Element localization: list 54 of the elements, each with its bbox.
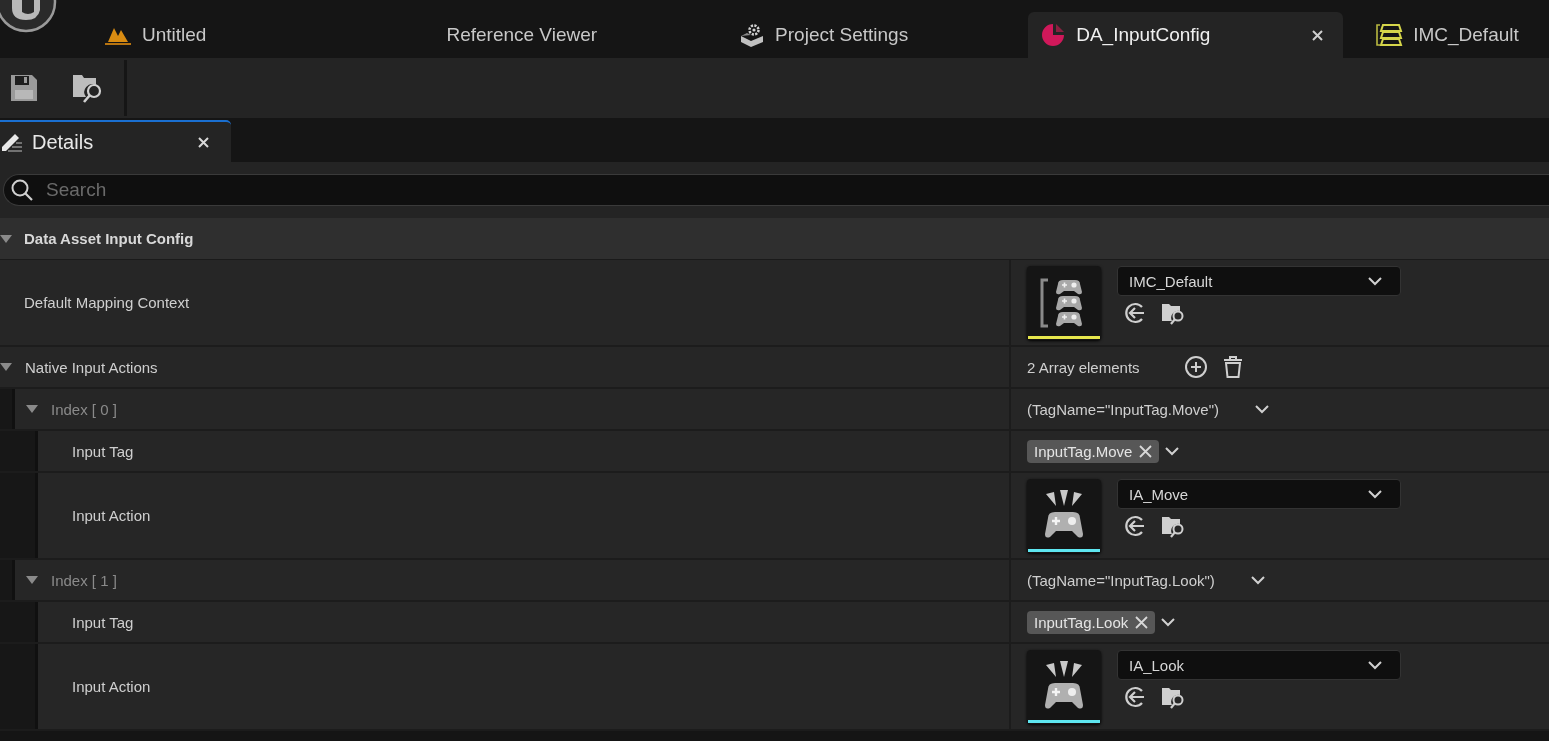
editor-tab[interactable]: Reference Viewer xyxy=(226,12,708,58)
property-label: Native Input Actions xyxy=(25,358,158,376)
asset-thumbnail[interactable] xyxy=(1027,265,1101,340)
chevron-down-icon[interactable] xyxy=(1368,660,1382,670)
use-selected-arrow-icon[interactable] xyxy=(1123,514,1147,538)
array-count: 2 Array elements xyxy=(1027,358,1140,376)
editor-tab[interactable]: DA_InputConfig xyxy=(1028,12,1344,58)
asset-thumbnail[interactable] xyxy=(1027,649,1101,724)
collapse-arrow-icon[interactable] xyxy=(26,575,38,585)
property-label: Input Tag xyxy=(72,613,134,631)
editor-tab[interactable]: IMC_Default xyxy=(1343,12,1539,58)
remove-tag-icon[interactable] xyxy=(1139,444,1153,458)
remove-tag-icon[interactable] xyxy=(1135,615,1149,629)
gameplay-tag-chip[interactable]: InputTag.Move xyxy=(1027,439,1160,463)
property-label: Input Action xyxy=(72,678,151,695)
search-field[interactable]: Search xyxy=(3,174,1549,206)
browse-folder-icon[interactable] xyxy=(72,73,104,103)
gameplay-tag-chip[interactable]: InputTag.Look xyxy=(1027,610,1156,634)
asset-dropdown[interactable]: IA_Look xyxy=(1117,650,1401,680)
property-label: Default Mapping Context xyxy=(24,294,190,311)
struct-value: (TagName="InputTag.Look") xyxy=(1027,571,1215,589)
use-selected-arrow-icon[interactable] xyxy=(1123,685,1147,709)
stacked-gamepads-icon xyxy=(1375,22,1404,48)
chevron-down-icon[interactable] xyxy=(1368,489,1382,499)
asset-dropdown[interactable]: IA_Move xyxy=(1117,479,1401,509)
editor-tab[interactable]: Untitled xyxy=(72,12,227,58)
chevron-down-icon[interactable] xyxy=(1161,617,1176,627)
settings-icon xyxy=(739,22,766,48)
save-icon[interactable] xyxy=(10,74,38,102)
trash-icon[interactable] xyxy=(1221,355,1244,379)
property-label: Input Action xyxy=(72,507,151,524)
collapse-arrow-icon[interactable] xyxy=(0,362,12,372)
chevron-down-icon[interactable] xyxy=(1368,276,1382,286)
collapse-arrow-icon[interactable] xyxy=(26,404,38,414)
asset-dropdown[interactable]: IMC_Default xyxy=(1117,266,1401,296)
array-index-label: Index [ 0 ] xyxy=(51,400,117,418)
array-index-label: Index [ 1 ] xyxy=(51,571,117,589)
search-icon xyxy=(10,178,34,202)
use-selected-arrow-icon[interactable] xyxy=(1123,301,1147,325)
chevron-down-icon[interactable] xyxy=(1165,446,1180,456)
chevron-down-icon[interactable] xyxy=(1250,575,1265,585)
pencil-icon xyxy=(0,131,24,153)
chevron-down-icon[interactable] xyxy=(1255,404,1269,414)
asset-thumbnail[interactable] xyxy=(1027,478,1101,553)
details-tab[interactable]: Details xyxy=(0,120,231,162)
pie-chart-icon xyxy=(1040,22,1067,48)
category-header[interactable]: Data Asset Input Config xyxy=(0,218,1549,260)
close-icon[interactable] xyxy=(198,136,209,148)
struct-value: (TagName="InputTag.Move") xyxy=(1027,400,1219,418)
property-label: Input Tag xyxy=(72,442,134,460)
close-icon[interactable] xyxy=(1312,29,1324,41)
add-element-icon[interactable] xyxy=(1183,355,1208,379)
collapse-arrow-icon[interactable] xyxy=(0,233,12,244)
editor-tab[interactable]: Project Settings xyxy=(707,12,929,58)
